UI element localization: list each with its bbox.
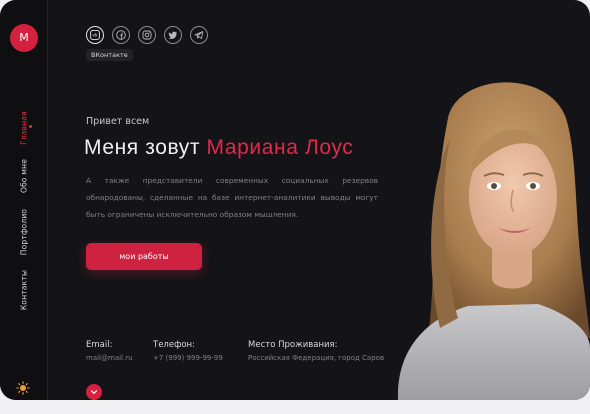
facebook-icon[interactable] <box>112 26 130 44</box>
active-nav-indicator <box>29 125 32 128</box>
nav-item-about[interactable]: Обо мне <box>20 159 29 193</box>
social-links: vk <box>86 26 208 44</box>
sun-icon[interactable] <box>16 380 30 395</box>
title-name: Мариана Лоус <box>206 136 354 159</box>
nav-item-home[interactable]: Главная <box>20 111 29 145</box>
page-title: Меня зовут Мариана Лоус <box>84 136 353 160</box>
email-value[interactable]: mail@mail.ru <box>86 354 133 362</box>
phone-label: Телефон: <box>153 340 195 350</box>
telegram-icon[interactable] <box>190 26 208 44</box>
email-label: Email: <box>86 340 113 350</box>
location-label: Место Проживания: <box>248 340 338 350</box>
svg-text:vk: vk <box>92 33 98 39</box>
my-works-button[interactable]: мои работы <box>86 243 202 270</box>
instagram-icon[interactable] <box>138 26 156 44</box>
social-tooltip: ВКонтакте <box>86 49 133 61</box>
logo-avatar[interactable]: M <box>10 24 38 52</box>
sidebar: M Главная Обо мне Портфолио Контакты <box>0 0 48 400</box>
page-frame: M Главная Обо мне Портфолио Контакты vk <box>0 0 590 400</box>
location-value: Российская Федерация, город Саров <box>248 354 385 362</box>
hero-description: А также представители современных социал… <box>86 176 378 219</box>
phone-value[interactable]: +7 (999) 999-99-99 <box>153 354 223 362</box>
chevron-down-icon[interactable] <box>86 384 102 400</box>
nav-item-portfolio[interactable]: Портфолио <box>20 209 29 255</box>
nav-item-contacts[interactable]: Контакты <box>20 270 29 310</box>
vk-icon[interactable]: vk <box>86 26 104 44</box>
title-prefix: Меня зовут <box>84 136 201 159</box>
portrait-photo <box>397 82 590 400</box>
twitter-icon[interactable] <box>164 26 182 44</box>
greeting-text: Привет всем <box>86 116 150 127</box>
